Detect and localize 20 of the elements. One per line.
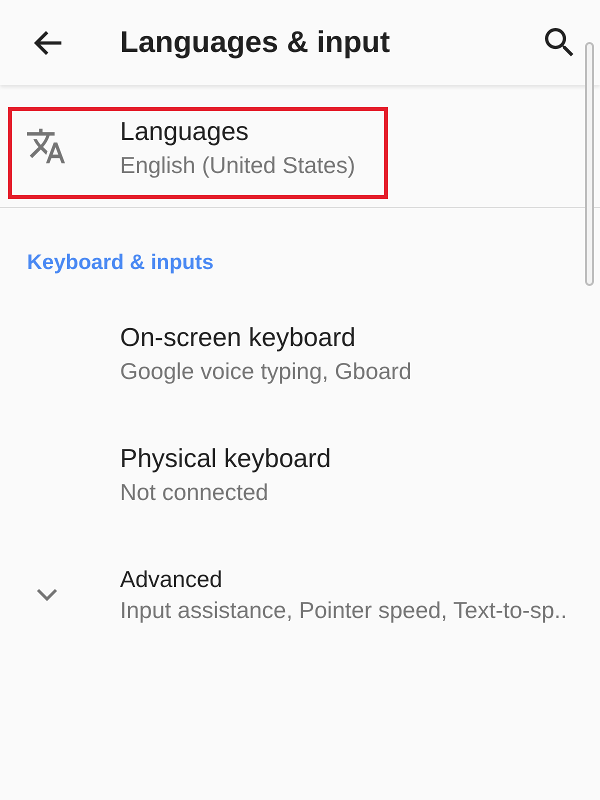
setting-summary: Input assistance, Pointer speed, Text-to-sp.. — [120, 596, 568, 625]
setting-title: On-screen keyboard — [120, 321, 357, 353]
setting-title: Languages — [120, 115, 250, 147]
setting-title: Physical keyboard — [120, 442, 331, 474]
settings-item[interactable]: Languages English (United States) — [0, 85, 600, 207]
setting-summary: Google voice typing, Gboard — [120, 357, 412, 386]
back-arrow-icon — [33, 30, 63, 56]
setting-summary: Not connected — [120, 478, 270, 507]
search-icon — [545, 28, 575, 58]
settings-item[interactable]: Physical keyboard Not connected — [0, 420, 600, 541]
back-button[interactable] — [33, 30, 63, 56]
translate-icon — [27, 127, 65, 165]
setting-summary: English (United States) — [120, 151, 356, 180]
settings-item[interactable]: On-screen keyboard Google voice typing, Gboard — [0, 299, 600, 420]
search-button[interactable] — [545, 28, 575, 58]
scrollbar[interactable] — [585, 42, 594, 286]
section-header: Keyboard & inputs — [26, 250, 215, 276]
page-title: Languages & input — [120, 24, 390, 60]
advanced-item[interactable]: Advanced Input assistance, Pointer speed, Text-to-sp.. — [0, 541, 600, 651]
setting-title: Advanced — [120, 565, 224, 593]
